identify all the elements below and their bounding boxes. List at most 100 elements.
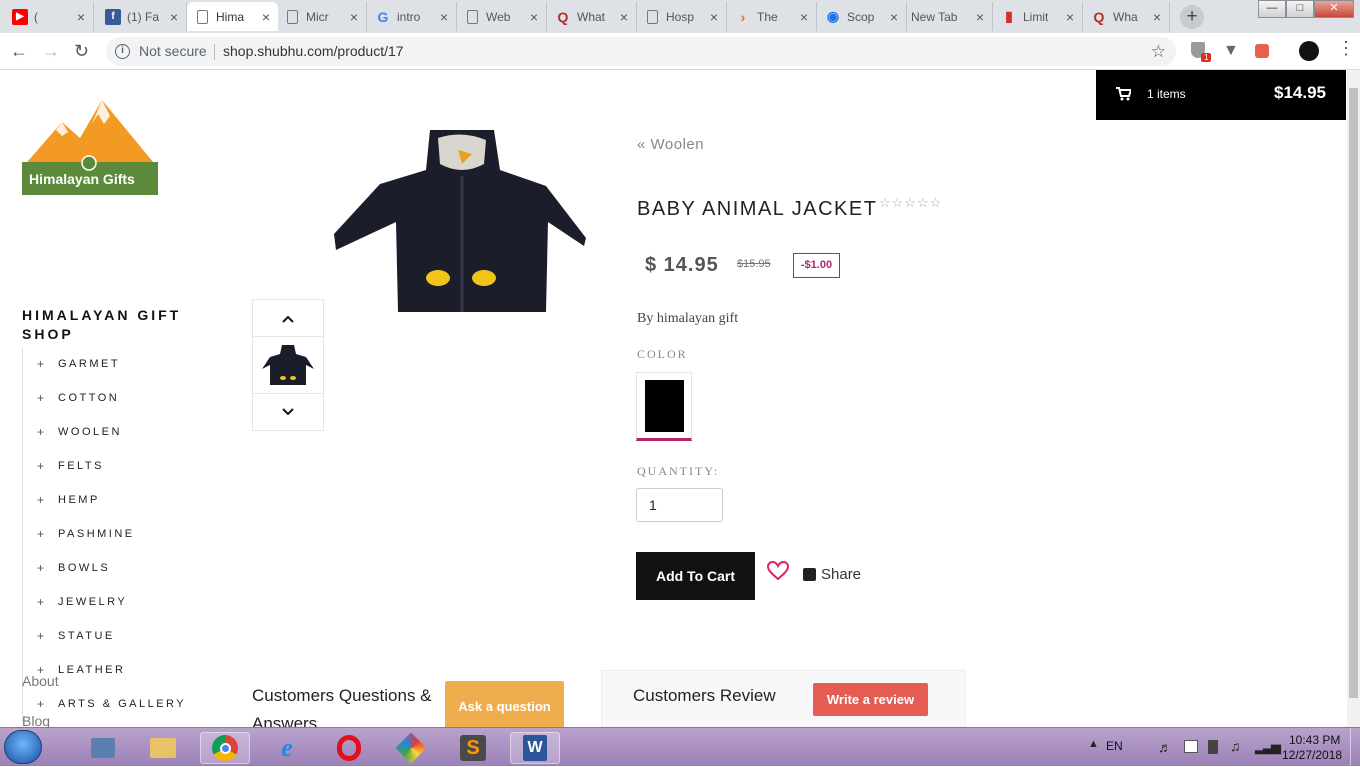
browser-tab[interactable]: f (1) Fa ×: [97, 2, 187, 31]
profile-avatar[interactable]: [1299, 41, 1319, 61]
file-explorer-icon[interactable]: [138, 732, 188, 764]
show-desktop-button[interactable]: [1350, 728, 1360, 767]
category-item[interactable]: + HEMP: [37, 493, 100, 507]
category-label: LEATHER: [58, 664, 126, 676]
thumbnail-up-button[interactable]: [253, 300, 323, 337]
start-button[interactable]: [4, 730, 42, 764]
chrome-icon[interactable]: [200, 732, 250, 764]
clock-time[interactable]: 10:43 PM: [1289, 733, 1340, 747]
brave-shield-icon[interactable]: [1255, 44, 1269, 58]
category-item[interactable]: + BOWLS: [37, 561, 110, 575]
page-scrollbar[interactable]: [1347, 70, 1360, 727]
category-item[interactable]: + PASHMINE: [37, 527, 135, 541]
browser-tab[interactable]: Q What ×: [547, 2, 637, 31]
quantity-input[interactable]: 1: [636, 488, 723, 522]
browser-tab[interactable]: Micr ×: [277, 2, 367, 31]
new-tab-button[interactable]: +: [1180, 5, 1204, 29]
taskbar-app-icon[interactable]: [78, 732, 128, 764]
blog-link[interactable]: Blog: [22, 713, 50, 727]
browser-tab[interactable]: Hosp ×: [637, 2, 727, 31]
language-indicator[interactable]: EN: [1106, 739, 1123, 753]
add-to-cart-button[interactable]: Add To Cart: [636, 552, 755, 600]
power-tray-icon[interactable]: [1208, 740, 1218, 754]
category-item[interactable]: + WOOLEN: [37, 425, 122, 439]
rating-stars[interactable]: ☆☆☆☆☆: [879, 195, 942, 211]
browser-tab[interactable]: Gintro ×: [367, 2, 457, 31]
reload-icon[interactable]: ↻: [74, 41, 89, 62]
tray-expand-icon[interactable]: ▲: [1088, 738, 1099, 750]
vue-extension-icon[interactable]: ▼: [1223, 42, 1239, 60]
close-tab-icon[interactable]: ×: [1153, 9, 1161, 25]
word-icon[interactable]: W: [510, 732, 560, 764]
close-tab-icon[interactable]: ×: [800, 9, 808, 25]
address-bar[interactable]: i Not secure shop.shubhu.com/product/17 …: [106, 37, 1176, 66]
close-window-button[interactable]: ✕: [1314, 0, 1354, 18]
close-tab-icon[interactable]: ×: [710, 9, 718, 25]
write-review-button[interactable]: Write a review: [813, 683, 928, 716]
product-price: $ 14.95: [645, 254, 719, 276]
forward-icon[interactable]: →: [42, 41, 60, 62]
share-button[interactable]: Share: [803, 566, 861, 583]
about-link[interactable]: About: [22, 673, 59, 689]
close-tab-icon[interactable]: ×: [77, 9, 85, 25]
back-icon[interactable]: ←: [10, 41, 28, 62]
browser-tab[interactable]: Q Wha ×: [1083, 2, 1170, 31]
close-tab-icon[interactable]: ×: [262, 9, 270, 25]
browser-tab[interactable]: New Tab ×: [903, 2, 993, 31]
app-launcher-icon[interactable]: [386, 732, 436, 764]
scrollbar-thumb[interactable]: [1349, 88, 1358, 698]
thumbnail-down-button[interactable]: [253, 394, 323, 430]
ask-question-button[interactable]: Ask a question: [445, 681, 564, 727]
category-item[interactable]: + GARMET: [37, 357, 120, 371]
tab-title: What: [577, 9, 606, 24]
category-item[interactable]: + FELTS: [37, 459, 104, 473]
breadcrumb[interactable]: « Woolen: [637, 136, 704, 153]
taskbar: e S W ▲ EN ♬ ♫ ▂▃▅ 10:43 PM 12/27/2018: [0, 727, 1360, 767]
close-tab-icon[interactable]: ×: [170, 9, 178, 25]
sublime-text-icon[interactable]: S: [448, 732, 498, 764]
thumbnail-image[interactable]: [253, 337, 323, 394]
menu-icon[interactable]: ⋮: [1337, 38, 1355, 59]
site-logo[interactable]: Himalayan Gifts: [22, 100, 158, 195]
close-tab-icon[interactable]: ×: [976, 9, 984, 25]
category-item[interactable]: + COTTON: [37, 391, 119, 405]
speaker-icon[interactable]: ♫: [1230, 738, 1241, 754]
tab-title: Micr: [306, 9, 329, 24]
minimize-button[interactable]: —: [1258, 0, 1286, 18]
page-icon: [287, 9, 298, 24]
category-item[interactable]: + ARTS & GALLERY: [37, 697, 186, 711]
questions-title: Customers Questions & Answers: [252, 686, 432, 727]
tab-title: The: [757, 9, 778, 24]
color-swatch-black[interactable]: [636, 372, 692, 441]
bookmark-star-icon[interactable]: ☆: [1151, 37, 1166, 66]
wishlist-heart-icon[interactable]: [766, 560, 790, 586]
clock-date[interactable]: 12/27/2018: [1282, 748, 1342, 762]
info-icon[interactable]: i: [115, 44, 130, 59]
action-center-icon[interactable]: [1184, 740, 1198, 753]
volume-tray-icon[interactable]: ♬: [1158, 739, 1172, 755]
close-tab-icon[interactable]: ×: [620, 9, 628, 25]
browser-tab[interactable]: ▶ (×: [4, 2, 94, 31]
close-tab-icon[interactable]: ×: [350, 9, 358, 25]
browser-tab[interactable]: ▮ Limit ×: [993, 2, 1083, 31]
close-tab-icon[interactable]: ×: [1066, 9, 1074, 25]
category-label: ARTS & GALLERY: [58, 698, 187, 710]
internet-explorer-icon[interactable]: e: [262, 732, 312, 764]
close-tab-icon[interactable]: ×: [890, 9, 898, 25]
close-tab-icon[interactable]: ×: [530, 9, 538, 25]
category-item[interactable]: + JEWELRY: [37, 595, 127, 609]
tab-title: intro: [397, 9, 421, 24]
category-item[interactable]: + STATUE: [37, 629, 115, 643]
opera-icon[interactable]: [324, 732, 374, 764]
browser-tab[interactable]: Hima ×: [187, 2, 278, 31]
browser-tab[interactable]: › The ×: [727, 2, 817, 31]
cart-widget[interactable]: 1 items $14.95: [1096, 70, 1346, 120]
maximize-button[interactable]: □: [1286, 0, 1314, 18]
network-icon[interactable]: ▂▃▅: [1255, 739, 1281, 755]
product-image[interactable]: [334, 130, 586, 312]
color-swatch-fill: [645, 380, 684, 432]
browser-tab[interactable]: Web ×: [457, 2, 547, 31]
close-tab-icon[interactable]: ×: [440, 9, 448, 25]
category-label: BOWLS: [58, 562, 111, 574]
browser-tab[interactable]: ◉ Scop ×: [817, 2, 907, 31]
